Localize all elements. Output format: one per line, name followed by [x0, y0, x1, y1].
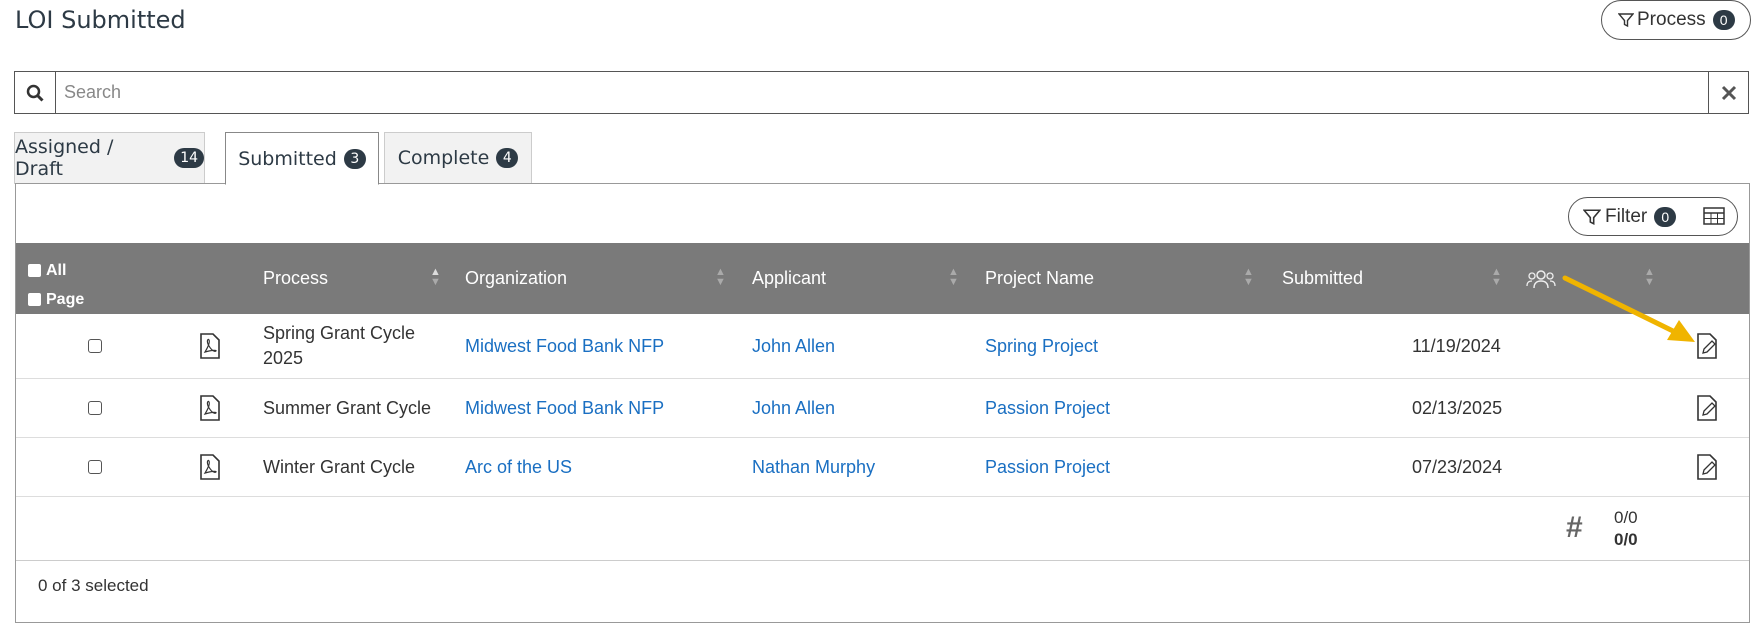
- page-title: LOI Submitted: [15, 6, 186, 34]
- edit-document-icon: [1697, 454, 1717, 480]
- close-icon: [1721, 85, 1736, 100]
- organization-link[interactable]: Midwest Food Bank NFP: [465, 314, 664, 378]
- applicant-link[interactable]: John Allen: [752, 379, 835, 437]
- project-name-link[interactable]: Passion Project: [985, 438, 1110, 496]
- edit-button[interactable]: [1696, 438, 1718, 496]
- column-header-process[interactable]: Process: [263, 243, 328, 314]
- results-panel: Filter 0 All Page Process ▲ ▼ Organizatio…: [15, 183, 1750, 623]
- row-checkbox[interactable]: [88, 379, 102, 437]
- pdf-icon: [200, 395, 220, 421]
- table-header: All Page Process ▲ ▼ Organization ▲ ▼ Appl…: [16, 243, 1749, 314]
- column-header-project-name[interactable]: Project Name: [985, 243, 1094, 314]
- process-cell: Summer Grant Cycle: [263, 397, 432, 418]
- people-icon: [1526, 269, 1556, 288]
- row-checkbox[interactable]: [88, 314, 102, 378]
- process-filter-button[interactable]: Process 0: [1601, 0, 1751, 40]
- process-cell: Spring Grant Cycle 2025: [263, 323, 416, 368]
- pdf-icon: [200, 333, 220, 359]
- tab-count-badge: 14: [174, 148, 204, 168]
- edit-button[interactable]: [1696, 379, 1718, 437]
- organization-link[interactable]: Midwest Food Bank NFP: [465, 379, 664, 437]
- select-all-checkbox[interactable]: All: [28, 256, 84, 285]
- sort-icon[interactable]: ▲ ▼: [1243, 267, 1254, 288]
- process-button-label: Process: [1637, 9, 1706, 30]
- tab-submitted[interactable]: Submitted 3: [225, 132, 379, 185]
- pdf-download-button[interactable]: [199, 438, 221, 496]
- select-all-controls: All Page: [28, 256, 84, 314]
- tab-label: Complete: [397, 147, 490, 169]
- sort-icon[interactable]: ▲ ▼: [948, 267, 959, 288]
- search-bar: [14, 71, 1749, 114]
- tab-label: Assigned / Draft: [15, 136, 114, 180]
- sort-icon[interactable]: ▲ ▼: [715, 267, 726, 288]
- tab-complete[interactable]: Complete 4: [384, 132, 532, 184]
- tab-count-badge: 4: [496, 148, 519, 168]
- tab-label: Submitted: [238, 147, 337, 170]
- pager-top: 0/0: [1614, 508, 1638, 527]
- column-header-applicant[interactable]: Applicant: [752, 243, 826, 314]
- selection-status: 0 of 3 selected: [38, 576, 149, 595]
- filter-icon: [1583, 208, 1601, 225]
- select-page-checkbox[interactable]: Page: [28, 285, 84, 314]
- submitted-date: 02/13/2025: [1412, 397, 1503, 418]
- table-grid-icon[interactable]: [1703, 207, 1725, 225]
- column-header-organization[interactable]: Organization: [465, 243, 567, 314]
- sort-icon[interactable]: ▲ ▼: [430, 267, 441, 288]
- pdf-download-button[interactable]: [199, 314, 221, 378]
- annotation-arrow: [1562, 275, 1695, 342]
- table-footer: # 0/0 0/0: [16, 497, 1749, 561]
- table-row: Winter Grant Cycle Arc of the US Nathan …: [16, 438, 1749, 497]
- pager-bottom: 0/0: [1614, 530, 1638, 549]
- row-checkbox[interactable]: [88, 438, 102, 496]
- hash-icon: #: [1566, 511, 1583, 544]
- organization-link[interactable]: Arc of the US: [465, 438, 572, 496]
- project-name-link[interactable]: Spring Project: [985, 314, 1098, 378]
- column-header-submitted[interactable]: Submitted: [1282, 243, 1363, 314]
- pdf-icon: [200, 454, 220, 480]
- search-input[interactable]: [56, 72, 1708, 113]
- process-count-badge: 0: [1712, 10, 1735, 30]
- applicant-link[interactable]: Nathan Murphy: [752, 438, 875, 496]
- process-cell: Winter Grant Cycle: [263, 456, 416, 477]
- search-icon: [26, 84, 44, 102]
- pdf-download-button[interactable]: [199, 379, 221, 437]
- table-row: Summer Grant Cycle Midwest Food Bank NFP…: [16, 379, 1749, 438]
- pager: 0/0 0/0: [1614, 507, 1638, 551]
- table-row: Spring Grant Cycle 2025 Midwest Food Ban…: [16, 314, 1749, 379]
- sort-icon[interactable]: ▲ ▼: [1491, 267, 1502, 288]
- filter-icon: [1618, 13, 1634, 28]
- clear-search-button[interactable]: [1708, 72, 1748, 113]
- tab-assigned-draft[interactable]: Assigned / Draft 14: [14, 132, 205, 184]
- column-header-reviewers[interactable]: [1526, 243, 1556, 314]
- project-name-link[interactable]: Passion Project: [985, 379, 1110, 437]
- tab-count-badge: 3: [343, 148, 366, 169]
- filter-button-label: Filter: [1605, 205, 1648, 227]
- filter-button[interactable]: Filter 0: [1568, 197, 1738, 236]
- submitted-date: 07/23/2024: [1412, 456, 1503, 477]
- filter-count-badge: 0: [1654, 206, 1677, 227]
- edit-document-icon: [1697, 395, 1717, 421]
- submitted-date: 11/19/2024: [1412, 335, 1501, 356]
- applicant-link[interactable]: John Allen: [752, 314, 835, 378]
- search-button[interactable]: [15, 72, 56, 113]
